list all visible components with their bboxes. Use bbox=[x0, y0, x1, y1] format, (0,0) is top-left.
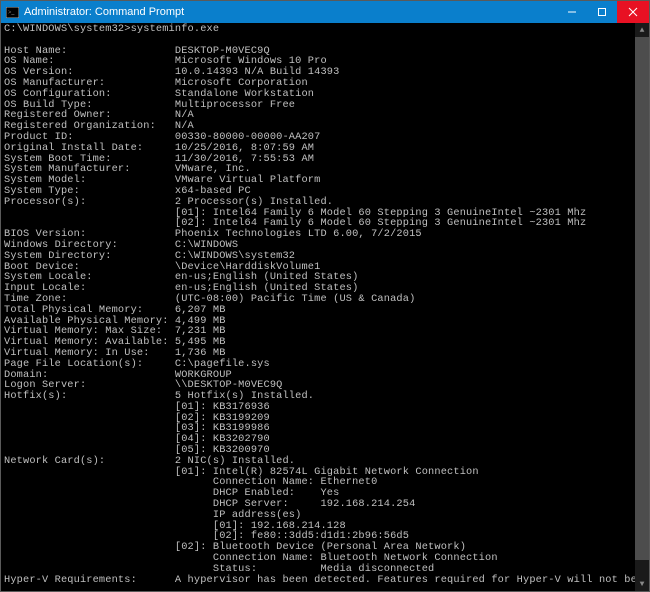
svg-text:>_: >_ bbox=[8, 10, 15, 16]
terminal-output[interactable]: C:\WINDOWS\system32>systeminfo.exe Host … bbox=[1, 23, 649, 591]
close-icon bbox=[628, 7, 638, 17]
minimize-icon bbox=[567, 7, 577, 17]
titlebar[interactable]: >_ Administrator: Command Prompt bbox=[1, 1, 649, 23]
command-prompt-window: >_ Administrator: Command Prompt C:\WIND… bbox=[0, 0, 650, 592]
scroll-down-icon[interactable]: ▼ bbox=[635, 577, 649, 591]
close-button[interactable] bbox=[617, 1, 649, 23]
scroll-up-icon[interactable]: ▲ bbox=[635, 23, 649, 37]
cmd-icon: >_ bbox=[5, 5, 19, 19]
maximize-button[interactable] bbox=[587, 1, 617, 23]
minimize-button[interactable] bbox=[557, 1, 587, 23]
window-controls bbox=[557, 1, 649, 23]
scrollbar[interactable]: ▲ ▼ bbox=[635, 23, 649, 591]
window-title: Administrator: Command Prompt bbox=[24, 6, 557, 18]
maximize-icon bbox=[597, 7, 607, 17]
scrollbar-thumb[interactable] bbox=[635, 37, 649, 560]
